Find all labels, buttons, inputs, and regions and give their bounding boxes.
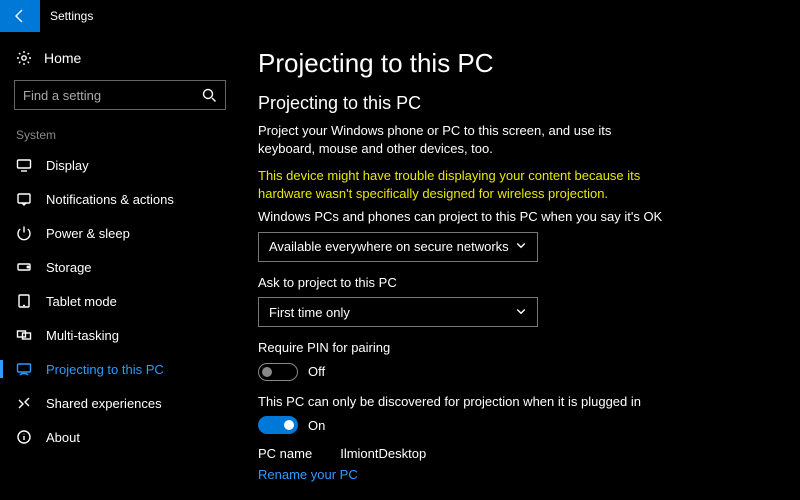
- chevron-down-icon: [515, 305, 527, 320]
- sidebar-item-notifications[interactable]: Notifications & actions: [0, 182, 240, 216]
- pin-state: Off: [308, 364, 325, 379]
- ask-value: First time only: [269, 305, 350, 320]
- search-icon: [201, 87, 217, 103]
- discover-state: On: [308, 418, 325, 433]
- search-placeholder: Find a setting: [23, 88, 201, 103]
- pcname-value: IlmiontDesktop: [340, 446, 426, 461]
- availability-value: Available everywhere on secure networks: [269, 239, 509, 254]
- pin-toggle[interactable]: [258, 363, 298, 381]
- app-title: Settings: [40, 9, 93, 23]
- availability-label: Windows PCs and phones can project to th…: [258, 208, 678, 226]
- sidebar-item-label: Display: [46, 158, 89, 173]
- sidebar-item-label: Multi-tasking: [46, 328, 119, 343]
- sidebar-home-label: Home: [44, 50, 81, 66]
- sidebar-item-label: Projecting to this PC: [46, 362, 164, 377]
- back-button[interactable]: [0, 0, 40, 32]
- sidebar: Home Find a setting System Display Notif…: [0, 32, 240, 500]
- chevron-down-icon: [515, 239, 527, 254]
- ask-select[interactable]: First time only: [258, 297, 538, 327]
- sidebar-item-display[interactable]: Display: [0, 148, 240, 182]
- sidebar-item-tablet[interactable]: Tablet mode: [0, 284, 240, 318]
- content: Projecting to this PC Projecting to this…: [240, 32, 800, 500]
- power-icon: [16, 225, 32, 241]
- section-description: Project your Windows phone or PC to this…: [258, 122, 658, 157]
- info-icon: [16, 429, 32, 445]
- discover-toggle[interactable]: [258, 416, 298, 434]
- notifications-icon: [16, 191, 32, 207]
- sidebar-item-projecting[interactable]: Projecting to this PC: [0, 352, 240, 386]
- pin-label: Require PIN for pairing: [258, 339, 678, 357]
- sidebar-category: System: [0, 124, 240, 148]
- sidebar-item-multitasking[interactable]: Multi-tasking: [0, 318, 240, 352]
- discover-label: This PC can only be discovered for proje…: [258, 393, 678, 411]
- sidebar-item-storage[interactable]: Storage: [0, 250, 240, 284]
- storage-icon: [16, 259, 32, 275]
- availability-select[interactable]: Available everywhere on secure networks: [258, 232, 538, 262]
- sidebar-item-label: Tablet mode: [46, 294, 117, 309]
- display-icon: [16, 157, 32, 173]
- titlebar: Settings: [0, 0, 800, 32]
- rename-pc-link[interactable]: Rename your PC: [258, 467, 358, 482]
- pcname-label: PC name: [258, 446, 312, 461]
- sidebar-item-label: About: [46, 430, 80, 445]
- sidebar-item-label: Notifications & actions: [46, 192, 174, 207]
- sidebar-item-power[interactable]: Power & sleep: [0, 216, 240, 250]
- sidebar-item-label: Power & sleep: [46, 226, 130, 241]
- sidebar-item-label: Storage: [46, 260, 92, 275]
- sidebar-home[interactable]: Home: [0, 44, 240, 76]
- sidebar-item-shared[interactable]: Shared experiences: [0, 386, 240, 420]
- projecting-icon: [16, 361, 32, 377]
- search-input[interactable]: Find a setting: [14, 80, 226, 110]
- gear-icon: [16, 50, 32, 66]
- page-title: Projecting to this PC: [258, 48, 774, 79]
- sidebar-item-about[interactable]: About: [0, 420, 240, 454]
- section-title: Projecting to this PC: [258, 93, 774, 114]
- arrow-left-icon: [12, 8, 28, 24]
- ask-label: Ask to project to this PC: [258, 274, 678, 292]
- multitask-icon: [16, 327, 32, 343]
- sidebar-item-label: Shared experiences: [46, 396, 162, 411]
- hardware-warning: This device might have trouble displayin…: [258, 167, 678, 202]
- tablet-icon: [16, 293, 32, 309]
- shared-icon: [16, 395, 32, 411]
